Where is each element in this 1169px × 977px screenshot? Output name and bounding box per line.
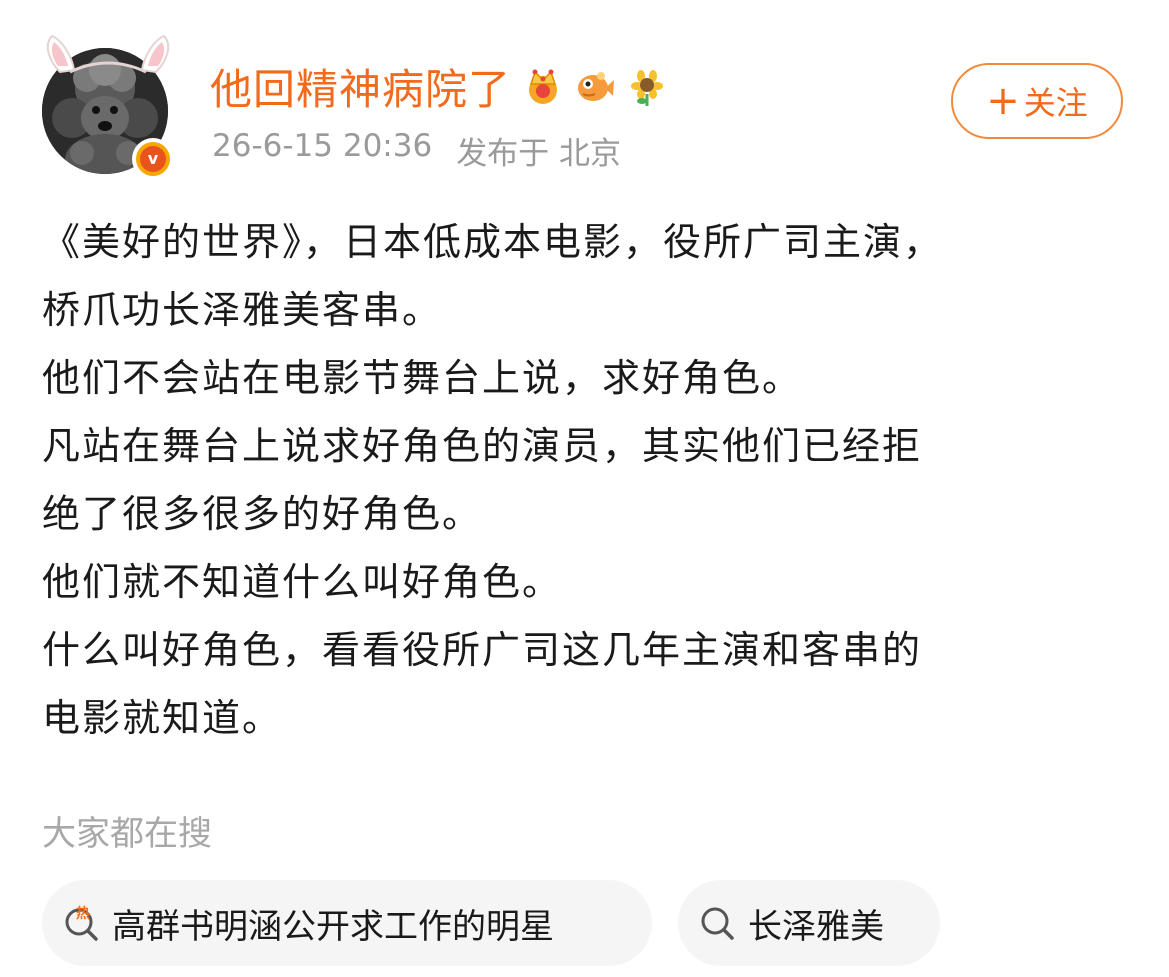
author-name[interactable]: 他回精神病院了	[210, 56, 511, 117]
post-timestamp: 26-6-15 20:36	[212, 128, 433, 164]
hot-search-icon: 热	[62, 903, 102, 943]
author-header: 他回精神病院了	[210, 58, 667, 114]
follow-button-label: 关注	[1023, 84, 1088, 122]
post-location: 发布于 北京	[456, 136, 622, 172]
post-line: 绝了很多很多的好角色。	[42, 492, 483, 536]
trending-search-label: 长泽雅美	[748, 906, 884, 947]
post-line: 凡站在舞台上说求好角色的演员，其实他们已经拒	[42, 424, 923, 468]
sunflower-badge-icon[interactable]	[627, 66, 667, 106]
trending-search-label: 高群书明涵公开求工作的明星	[112, 906, 554, 947]
author-avatar-group[interactable]: v	[40, 30, 176, 180]
hot-glyph: 热	[76, 905, 90, 922]
bunny-ears-icon	[46, 34, 170, 74]
verified-badge-icon: v	[132, 138, 174, 180]
post-content: 《美好的世界》，日本低成本电影，役所广司主演， 桥爪功长泽雅美客串。 他们不会站…	[42, 208, 1132, 752]
post-line: 电影就知道。	[42, 696, 283, 740]
plus-icon: +	[986, 78, 1020, 124]
post-line: 他们不会站在电影节舞台上说，求好角色。	[42, 356, 803, 400]
fish-badge-icon[interactable]	[575, 66, 615, 106]
post-line: 他们就不知道什么叫好角色。	[42, 560, 563, 604]
post-line: 《美好的世界》，日本低成本电影，役所广司主演，	[42, 220, 944, 264]
weibo-post-page: v 他回精神病院了 26-6-15 20:36 发布于 北京 + 关注 《美好的…	[0, 0, 1169, 977]
trending-search-chip[interactable]: 长泽雅美	[678, 880, 940, 966]
search-icon	[698, 903, 738, 943]
follow-button[interactable]: + 关注	[951, 63, 1123, 139]
post-line: 桥爪功长泽雅美客串。	[42, 288, 443, 332]
crown-badge-icon[interactable]	[523, 66, 563, 106]
post-line: 什么叫好角色，看看役所广司这几年主演和客串的	[42, 628, 923, 672]
post-meta: 26-6-15 20:36 发布于 北京	[212, 128, 621, 173]
trending-search-chip[interactable]: 热 高群书明涵公开求工作的明星	[42, 880, 652, 966]
trending-search-title: 大家都在搜	[42, 814, 212, 854]
